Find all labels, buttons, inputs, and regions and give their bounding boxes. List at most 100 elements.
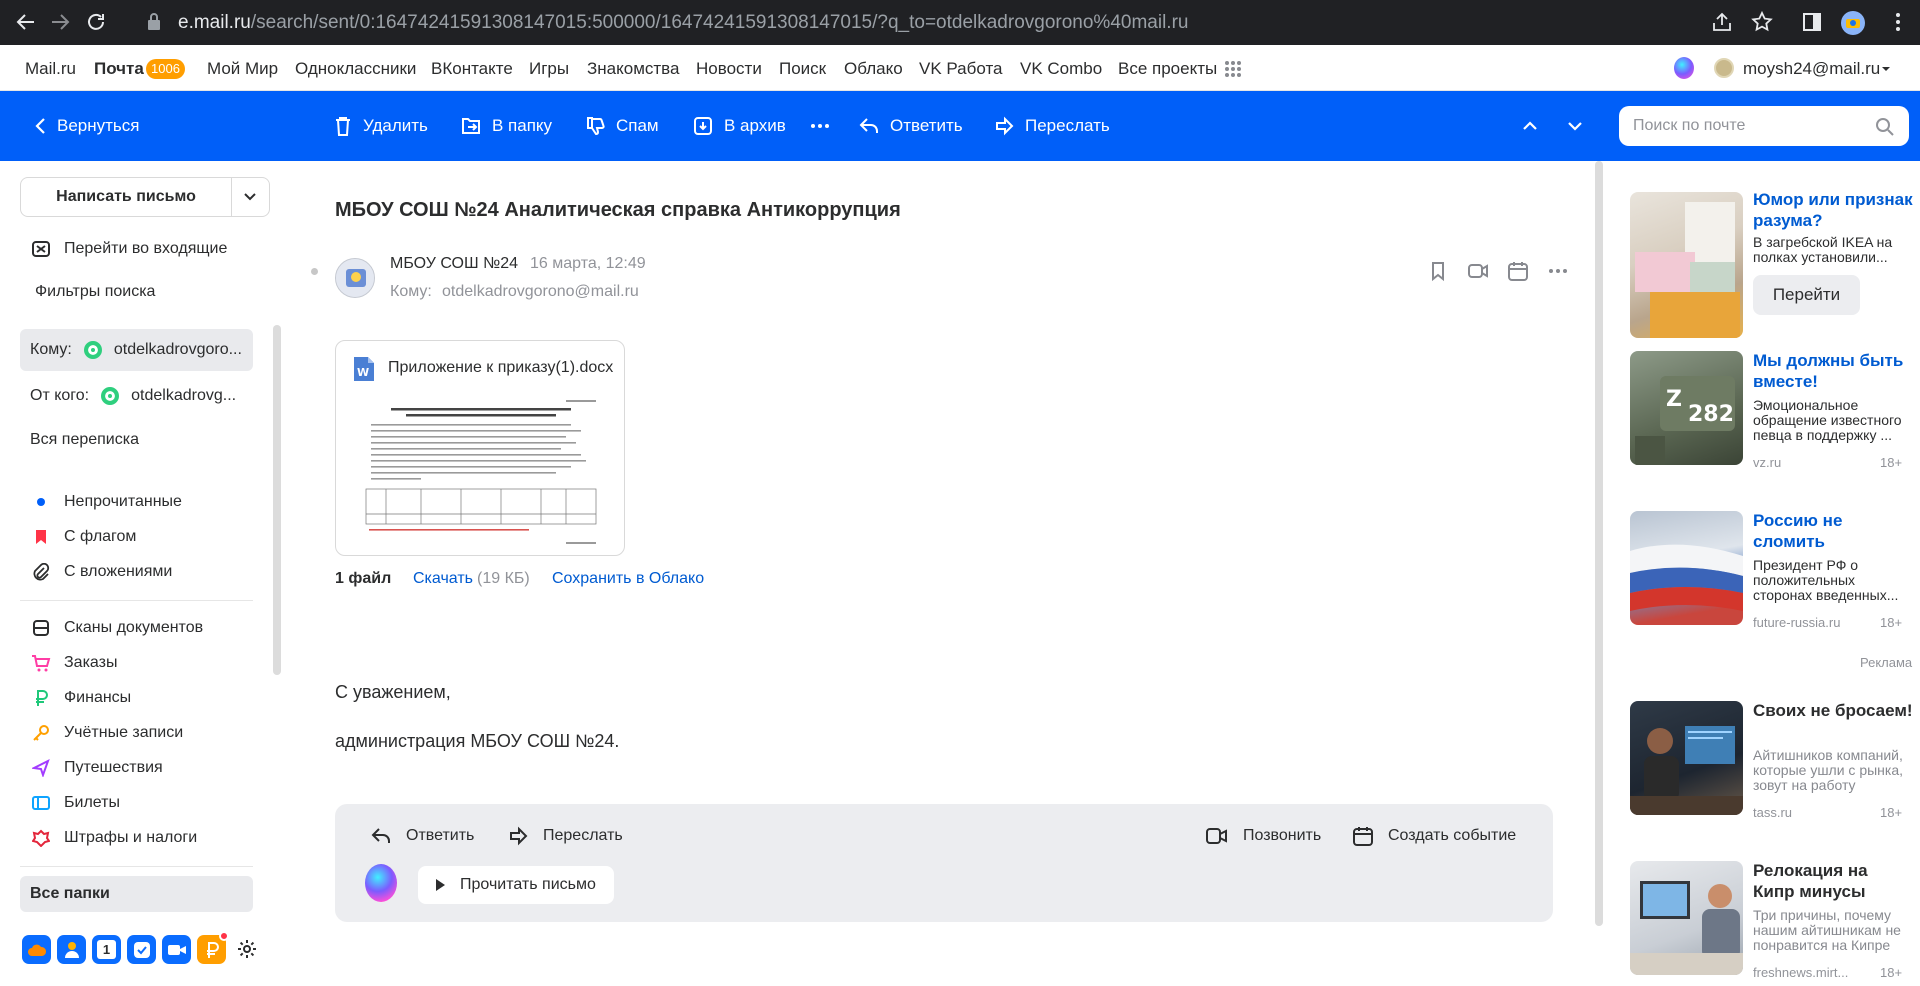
sidebar-item-attachments[interactable]: С вложениями [30,560,172,584]
chevron-down-icon[interactable] [1881,65,1891,73]
bookmark-icon[interactable] [1426,259,1450,283]
recipient-email[interactable]: otdelkadrovgorono@mail.ru [442,283,639,301]
sender-name[interactable]: МБОУ СОШ №24 [390,255,518,273]
contacts-app-icon[interactable] [57,935,86,964]
portal-link-news[interactable]: Новости [696,59,762,79]
delete-button[interactable]: Удалить [333,114,428,138]
portal-link-cloud[interactable]: Облако [844,59,903,79]
sidebar-item-unread[interactable]: Непрочитанные [30,490,182,514]
browser-chrome: e.mail.ru/search/sent/0:1647424159130814… [0,0,1920,45]
video-call-icon[interactable] [1466,259,1490,283]
portal-link-all-projects[interactable]: Все проекты [1118,59,1217,79]
chevron-down-icon[interactable] [243,192,257,202]
sidepanel-icon[interactable] [1800,10,1824,34]
ad-image[interactable] [1630,511,1743,625]
next-message-button[interactable] [1567,114,1583,138]
sidebar-item-finance[interactable]: Финансы [30,686,131,710]
sidebar-item-scans[interactable]: Сканы документов [30,616,203,640]
ad-go-button[interactable]: Перейти [1753,275,1860,315]
profile-avatar-icon[interactable] [1840,10,1865,35]
all-folders-button[interactable]: Все папки [20,876,253,912]
bookmark-star-icon[interactable] [1750,10,1774,34]
portal-link-dating[interactable]: Знакомства [587,59,679,79]
attachment-card[interactable]: W Приложение к приказу(1).docx [335,340,625,556]
sidebar-item-flagged[interactable]: С флагом [30,525,136,549]
ad-image[interactable] [1630,861,1743,975]
portal-link-vkwork[interactable]: VK Работа [919,59,1003,79]
search-filters-link[interactable]: Фильтры поиска [35,280,155,304]
quick-forward-button[interactable]: Переслать [507,822,623,850]
portal-link-search[interactable]: Поиск [779,59,826,79]
sidebar-item-tickets[interactable]: Билеты [30,791,120,815]
portal-link-vk[interactable]: ВКонтакте [431,59,513,79]
back-button[interactable]: Вернуться [33,114,140,138]
ad-title[interactable]: Юмор или признак разума? [1753,189,1913,231]
call-button[interactable]: Позвонить [1205,822,1321,850]
quick-reply-button[interactable]: Ответить [370,822,474,850]
tasks-app-icon[interactable] [127,935,156,964]
svg-text:W: W [357,366,369,379]
ad-image[interactable] [1630,701,1743,815]
forward-button[interactable]: Переслать [993,114,1110,138]
more-actions-button[interactable] [810,114,830,138]
cloud-app-icon[interactable] [22,935,51,964]
archive-button[interactable]: В архив [692,114,786,138]
sidebar-item-accounts[interactable]: Учётные записи [30,721,183,745]
browser-menu-icon[interactable] [1886,10,1910,34]
sidebar-item-fines[interactable]: Штрафы и налоги [30,826,197,850]
filter-to[interactable]: Кому: otdelkadrovgoro... [20,329,253,371]
search-filters-label: Фильтры поиска [35,283,156,300]
compose-button[interactable]: Написать письмо [20,177,270,217]
calendar-icon[interactable] [1506,259,1530,283]
user-avatar[interactable] [1714,58,1734,78]
more-dots-icon[interactable] [1546,259,1570,283]
sidebar-scrollbar[interactable] [273,325,281,675]
calendar-app-icon[interactable]: 1 [92,935,121,964]
goto-inbox-link[interactable]: Перейти во входящие [30,237,227,261]
download-link[interactable]: Скачать [413,570,473,588]
read-status-dot[interactable] [311,268,318,275]
ad-title[interactable]: Своих не бросаем! [1753,700,1913,721]
ad-image[interactable]: 282 Z [1630,351,1743,465]
user-email[interactable]: moysh24@mail.ru [1743,59,1880,79]
all-correspondence-link[interactable]: Вся переписка [30,428,139,452]
prev-message-button[interactable] [1522,114,1538,138]
portal-link-mail[interactable]: Почта [94,59,144,79]
calendar-day: 1 [97,940,116,959]
ad-title[interactable]: Релокация на Кипр минусы [1753,860,1913,902]
ad-title[interactable]: Россию не сломить [1753,510,1913,552]
portal-link-vkcombo[interactable]: VK Combo [1020,59,1102,79]
ruble-icon [30,687,52,709]
create-event-button[interactable]: Создать событие [1352,822,1516,850]
address-bar[interactable]: e.mail.ru/search/sent/0:1647424159130814… [178,12,1188,34]
spam-button[interactable]: Спам [584,114,659,138]
grid-apps-icon[interactable] [1224,60,1242,78]
marusia-icon[interactable] [1674,57,1694,79]
portal-link-ok[interactable]: Одноклассники [295,59,416,79]
browser-reload-icon[interactable] [84,10,108,34]
search-input[interactable] [1619,106,1909,146]
mail-search[interactable] [1619,106,1909,146]
settings-gear-icon[interactable] [237,939,257,959]
portal-link-moymir[interactable]: Мой Мир [207,59,278,79]
sender-avatar[interactable] [335,258,375,298]
search-icon[interactable] [1875,117,1895,137]
voice-assistant-icon[interactable] [365,864,397,902]
browser-back-icon[interactable] [14,10,38,34]
filter-from[interactable]: От кого: otdelkadrovg... [20,375,253,417]
portal-link-games[interactable]: Игры [529,59,569,79]
video-call-app-icon[interactable] [162,935,191,964]
move-to-folder-button[interactable]: В папку [460,114,552,138]
ad-title[interactable]: Мы должны быть вместе! [1753,350,1913,392]
read-aloud-button[interactable]: Прочитать письмо [418,866,614,904]
portal-link-mailru[interactable]: Mail.ru [25,59,76,79]
ad-description: Эмоциональное обращение известного певца… [1753,397,1902,443]
main-scrollbar[interactable] [1595,161,1603,926]
sidebar-item-orders[interactable]: Заказы [30,651,117,675]
browser-forward-icon[interactable] [48,10,72,34]
save-to-cloud-link[interactable]: Сохранить в Облако [552,570,704,588]
reply-button[interactable]: Ответить [858,114,963,138]
sidebar-item-travel[interactable]: Путешествия [30,756,163,780]
share-icon[interactable] [1710,10,1734,34]
ad-image[interactable] [1630,192,1743,338]
